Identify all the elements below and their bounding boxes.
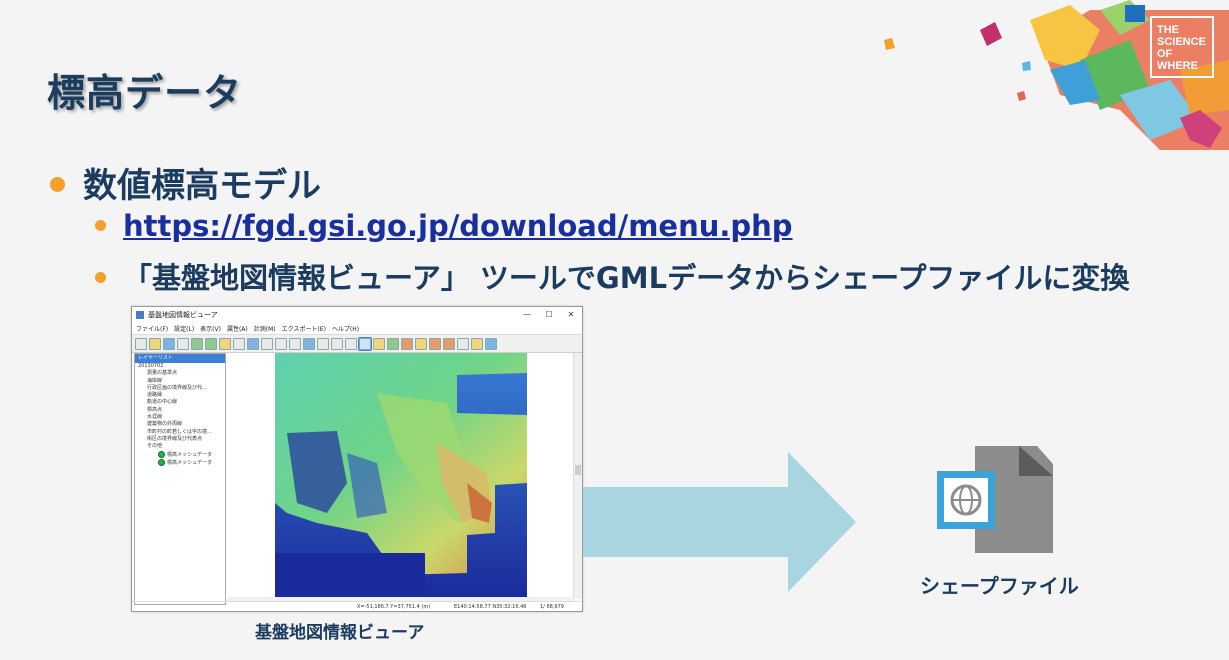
tree-item[interactable]: 軌道の中心線 [138, 399, 225, 406]
tree-item[interactable]: 測量の基準点 [138, 370, 225, 377]
slide: THE SCIENCE OF WHERE 標高データ 数値標高モデル https… [0, 0, 1229, 660]
menu-file[interactable]: ファイル(F) [136, 324, 168, 333]
shapefile-icon [937, 446, 1053, 553]
viewer-caption: 基盤地図情報ビューア [255, 623, 425, 643]
zoom-in-icon[interactable] [261, 337, 273, 350]
print-icon[interactable] [219, 337, 231, 350]
layer-panel-header: レイヤーリスト [135, 354, 225, 363]
bullet-dot-icon [50, 177, 65, 192]
layer-settings-icon[interactable] [205, 337, 217, 350]
elevation-map-image [227, 353, 571, 599]
bullet-dot-icon [95, 219, 106, 231]
tree-item[interactable]: 海岸線 [138, 378, 225, 385]
menu-view[interactable]: 表示(V) [200, 324, 221, 333]
vertical-scrollbar[interactable] [573, 353, 582, 599]
tree-subitem[interactable]: 標高メッシュデータ [138, 450, 225, 459]
zoom-out-icon[interactable] [275, 337, 287, 350]
logo-line: THE [1157, 24, 1179, 36]
bullet-level1: 数値標高モデル [50, 158, 321, 207]
tree-item[interactable]: 市町村の町若しくは字の境… [138, 429, 225, 436]
layer-panel: レイヤーリスト 20130702 測量の基準点 海岸線 行政区画の境界線及び代…… [134, 353, 226, 605]
export-icon[interactable] [429, 337, 441, 350]
layer-tree: 20130702 測量の基準点 海岸線 行政区画の境界線及び代… 道路縁 軌道の… [135, 363, 225, 467]
menu-export[interactable]: エクスポート(E) [282, 324, 326, 333]
zoom-window-icon[interactable] [289, 337, 301, 350]
prev-view-icon[interactable] [303, 337, 315, 350]
tree-subitem-label: 標高メッシュデータ [167, 459, 213, 466]
close-button[interactable]: ✕ [560, 310, 582, 319]
slide-title: 標高データ [47, 71, 243, 115]
status-scale: 1/ 68,979 [540, 603, 564, 610]
tree-item[interactable]: 標高点 [138, 407, 225, 414]
status-latlon: E140:14:58.77 N35:32:16.46 [454, 603, 527, 610]
checked-circle-icon [158, 450, 165, 458]
save-as-icon[interactable] [177, 337, 189, 350]
bullet-text: 数値標高モデル [83, 166, 321, 206]
table-icon[interactable] [443, 337, 455, 350]
measure-icon[interactable] [345, 337, 357, 350]
app-icon [136, 310, 144, 319]
chart-icon[interactable] [457, 337, 469, 350]
brand-logo: THE SCIENCE OF WHERE [1150, 16, 1214, 78]
print-preview-icon[interactable] [233, 337, 245, 350]
scroll-thumb[interactable] [575, 465, 581, 475]
status-xy: X=-51,186.7 Y=37,751.4 (m) [357, 603, 431, 610]
download-link[interactable]: https://fgd.gsi.go.jp/download/menu.php [123, 209, 793, 243]
window-title: 基盤地図情報ビューア [148, 310, 218, 319]
window-titlebar: 基盤地図情報ビューア — ☐ ✕ [132, 307, 582, 322]
toolbar [132, 335, 582, 353]
menu-help[interactable]: ヘルプ(H) [332, 324, 359, 333]
logo-line: SCIENCE [1157, 36, 1206, 48]
logo-line: WHERE [1157, 60, 1198, 72]
next-view-icon[interactable] [317, 337, 329, 350]
menu-attribute[interactable]: 属性(A) [227, 324, 248, 333]
save-icon[interactable] [163, 337, 175, 350]
minimize-button[interactable]: — [516, 310, 538, 319]
menu-settings[interactable]: 設定(L) [174, 324, 194, 333]
help-icon[interactable] [471, 337, 483, 350]
pan-icon[interactable] [331, 337, 343, 350]
bullet-dot-icon [95, 271, 106, 283]
checked-circle-icon [158, 458, 165, 466]
viewer-window-screenshot: 基盤地図情報ビューア — ☐ ✕ ファイル(F) 設定(L) 表示(V) 属性(… [131, 306, 583, 612]
tree-subitem[interactable]: 標高メッシュデータ [138, 458, 225, 467]
bullet-level2-text: 「基盤地図情報ビューア」 ツールでGMLデータからシェープファイルに変換 [95, 255, 1129, 297]
flag-icon[interactable] [401, 337, 413, 350]
flag-alt-icon[interactable] [415, 337, 427, 350]
logo-line: OF [1157, 48, 1173, 60]
select-icon[interactable] [358, 336, 372, 351]
menubar: ファイル(F) 設定(L) 表示(V) 属性(A) 計測(M) エクスポート(E… [132, 322, 582, 335]
bullet-text: 「基盤地図情報ビューア」 ツールでGMLデータからシェープファイルに変換 [123, 261, 1130, 295]
tree-subitem-label: 標高メッシュデータ [167, 451, 213, 458]
open-folder-icon[interactable] [149, 337, 161, 350]
menu-measure[interactable]: 計測(M) [254, 324, 276, 333]
attribute-icon[interactable] [387, 337, 399, 350]
new-icon[interactable] [135, 337, 147, 350]
area-icon[interactable] [373, 337, 385, 350]
tree-item[interactable]: 建築物の外周線 [138, 421, 225, 428]
map-canvas[interactable] [227, 353, 571, 599]
bullet-level2-link: https://fgd.gsi.go.jp/download/menu.php [95, 209, 793, 243]
shapefile-caption: シェープファイル [920, 574, 1079, 598]
layer-icon[interactable] [191, 337, 203, 350]
maximize-button[interactable]: ☐ [538, 310, 560, 319]
zoom-full-icon[interactable] [247, 337, 259, 350]
tree-group[interactable]: その他 [138, 443, 225, 450]
about-icon[interactable] [485, 337, 497, 350]
right-arrow-icon [583, 452, 856, 592]
status-bar: X=-51,186.7 Y=37,751.4 (m) E140:14:58.77… [132, 601, 582, 611]
